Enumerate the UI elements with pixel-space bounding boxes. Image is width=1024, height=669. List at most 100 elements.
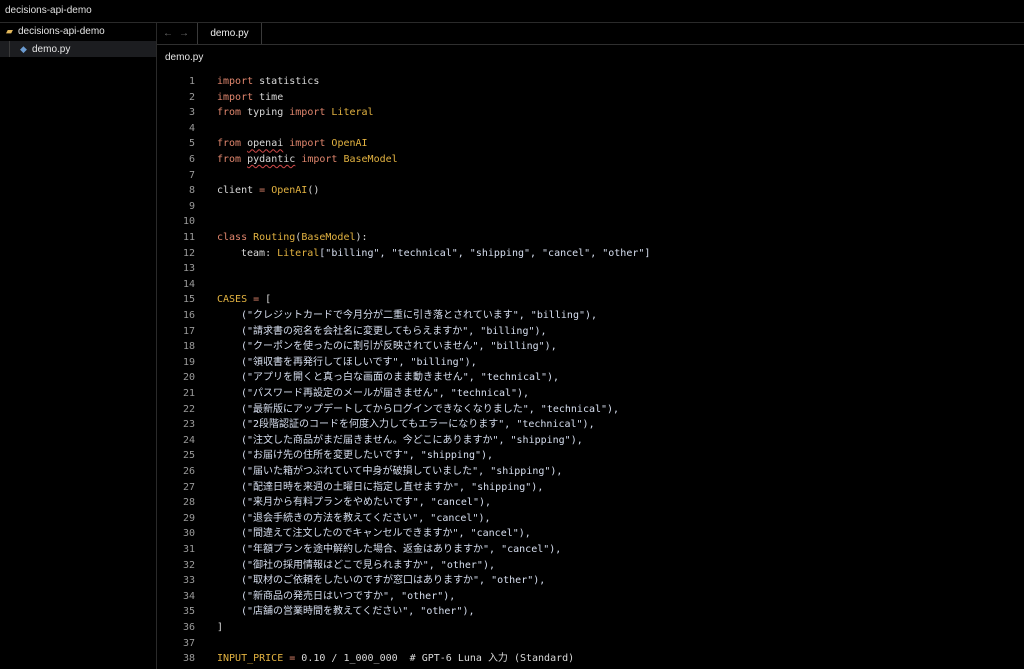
project-folder[interactable]: ▰ decisions-api-demo xyxy=(0,23,156,39)
code-line[interactable]: 33 ("取材のご依頼をしたいのですが窓口はありますか", "other"), xyxy=(157,573,1024,589)
code-line[interactable]: 18 ("クーポンを使ったのに割引が反映されていません", "billing"), xyxy=(157,339,1024,355)
tab-bar: ← → demo.py xyxy=(157,23,1024,45)
code-line[interactable]: 29 ("退会手続きの方法を教えてください", "cancel"), xyxy=(157,511,1024,527)
code-text: class Routing(BaseModel): xyxy=(217,230,368,246)
code-line[interactable]: 4 xyxy=(157,121,1024,137)
forward-arrow-icon[interactable]: → xyxy=(177,23,191,44)
code-token: client xyxy=(217,185,260,197)
code-text: ("取材のご依頼をしたいのですが窓口はありますか", "other"), xyxy=(241,573,545,589)
code-token: Routing xyxy=(247,232,296,243)
code-editor[interactable]: 1 import statistics 2 import time 3 from typi… xyxy=(157,74,1024,669)
code-text: ("パスワード再設定のメールが届きません", "technical"), xyxy=(241,386,529,402)
code-line[interactable]: 22 ("最新版にアップデートしてからログインできなくなりました", "techn… xyxy=(157,402,1024,418)
line-number: 37 xyxy=(182,637,195,649)
code-line[interactable]: 12 team: Literal["billing", "technical", … xyxy=(157,246,1024,262)
code-token: openai xyxy=(247,138,284,150)
code-text: from pydantic import BaseModel xyxy=(217,152,398,168)
code-line[interactable]: 32 ("御社の採用情報はどこで見られますか", "other"), xyxy=(157,558,1024,574)
code-line[interactable]: 16 ("クレジットカードで今月分が二重に引き落とされています", "billin… xyxy=(157,308,1024,324)
code-token: ("アプリを開くと真っ白な画面のまま動きません", "technical"), xyxy=(241,372,560,384)
line-number: 10 xyxy=(182,216,195,228)
code-line[interactable]: 1 import statistics xyxy=(157,74,1024,90)
file-item-demo-py[interactable]: ◆ demo.py xyxy=(0,41,156,57)
code-text: ("クレジットカードで今月分が二重に引き落とされています", "billing"… xyxy=(241,308,597,324)
code-line[interactable]: 26 ("届いた箱がつぶれていて中身が破損していました", "shipping")… xyxy=(157,464,1024,480)
code-token: OpenAI xyxy=(265,185,308,197)
code-line[interactable]: 14 xyxy=(157,277,1024,293)
code-line[interactable]: 13 xyxy=(157,261,1024,277)
code-line[interactable]: 35 ("店舗の営業時間を教えてください", "other"), xyxy=(157,604,1024,620)
code-line[interactable]: 21 ("パスワード再設定のメールが届きません", "technical"), xyxy=(157,386,1024,402)
code-token: ("お届け先の住所を変更したいです", "shipping"), xyxy=(241,450,494,462)
code-line[interactable]: 17 ("請求書の宛名を会社名に変更してもらえますか", "billing"), xyxy=(157,324,1024,340)
code-line[interactable]: 31 ("年額プランを途中解約した場合、返金はありますか", "cancel"), xyxy=(157,542,1024,558)
code-token: 0.10 / 1_000_000 # GPT-6 Luna 入力 (Standa… xyxy=(295,653,575,665)
code-text: INPUT_PRICE = 0.10 / 1_000_000 # GPT-6 L… xyxy=(217,651,574,667)
code-token: team: xyxy=(241,247,278,259)
code-line[interactable]: 3 from typing import Literal xyxy=(157,105,1024,121)
project-folder-label: decisions-api-demo xyxy=(18,26,105,37)
line-number: 27 xyxy=(182,481,195,493)
code-text: ("来月から有料プランをやめたいです", "cancel"), xyxy=(241,495,491,511)
code-token: = xyxy=(283,653,296,665)
code-line[interactable]: 7 xyxy=(157,168,1024,184)
line-number: 34 xyxy=(182,590,195,602)
code-line[interactable]: 15 CASES = [ xyxy=(157,292,1024,308)
code-token: typing xyxy=(241,107,290,119)
code-line[interactable]: 2 import time xyxy=(157,90,1024,106)
code-token: ): xyxy=(355,232,368,243)
code-line[interactable]: 27 ("配達日時を来週の土曜日に指定し直せますか", "shipping"), xyxy=(157,480,1024,496)
code-line[interactable]: 37 xyxy=(157,636,1024,652)
code-text: ("請求書の宛名を会社名に変更してもらえますか", "billing"), xyxy=(241,324,547,340)
code-token: statistics xyxy=(253,76,320,87)
code-line[interactable]: 8 client = OpenAI() xyxy=(157,183,1024,199)
code-line[interactable]: 24 ("注文した商品がまだ届きません。今どこにありますか", "shipping… xyxy=(157,433,1024,449)
tab-demo-py[interactable]: demo.py xyxy=(197,23,262,44)
code-line[interactable]: 36] xyxy=(157,620,1024,636)
line-number: 1 xyxy=(188,76,195,87)
code-text: ("注文した商品がまだ届きません。今どこにありますか", "shipping")… xyxy=(241,433,583,449)
code-token: time xyxy=(253,91,284,103)
line-number: 18 xyxy=(182,341,195,353)
code-token: import xyxy=(301,154,338,165)
code-text: from openai import OpenAI xyxy=(217,136,368,152)
line-number: 38 xyxy=(182,653,195,665)
line-number: 7 xyxy=(188,169,195,181)
line-number: 22 xyxy=(182,403,195,415)
code-text: ("クーポンを使ったのに割引が反映されていません", "billing"), xyxy=(241,339,557,355)
code-token: ("配達日時を来週の土曜日に指定し直せますか", "shipping"), xyxy=(241,481,544,493)
line-number: 3 xyxy=(188,107,195,119)
code-token: ["billing", "technical", "shipping", "ca… xyxy=(319,247,651,259)
code-line[interactable]: 34 ("新商品の発売日はいつですか", "other"), xyxy=(157,589,1024,605)
code-line[interactable]: 30 ("間違えて注文したのでキャンセルできますか", "cancel"), xyxy=(157,526,1024,542)
line-number: 25 xyxy=(182,450,195,462)
code-line[interactable]: 10 xyxy=(157,214,1024,230)
code-line[interactable]: 38 INPUT_PRICE = 0.10 / 1_000_000 # GPT-6… xyxy=(157,651,1024,667)
code-text: ("アプリを開くと真っ白な画面のまま動きません", "technical"), xyxy=(241,370,559,386)
code-text: from typing import Literal xyxy=(217,105,374,121)
code-line[interactable]: 5 from openai import OpenAI xyxy=(157,136,1024,152)
line-number: 33 xyxy=(182,575,195,587)
code-text: import time xyxy=(217,90,283,106)
code-token: pydantic xyxy=(247,154,296,165)
code-text: CASES = [ xyxy=(217,292,271,308)
line-number: 15 xyxy=(182,294,195,306)
code-text: ("新商品の発売日はいつですか", "other"), xyxy=(241,589,455,605)
code-line[interactable]: 6 from pydantic import BaseModel xyxy=(157,152,1024,168)
code-line[interactable]: 20 ("アプリを開くと真っ白な画面のまま動きません", "technical")… xyxy=(157,370,1024,386)
code-line[interactable]: 11 class Routing(BaseModel): xyxy=(157,230,1024,246)
code-line[interactable]: 25 ("お届け先の住所を変更したいです", "shipping"), xyxy=(157,448,1024,464)
code-text: ("退会手続きの方法を教えてください", "cancel"), xyxy=(241,511,491,527)
line-number: 21 xyxy=(182,388,195,399)
code-text: ("届いた箱がつぶれていて中身が破損していました", "shipping"), xyxy=(241,464,562,480)
code-token: ("取材のご依頼をしたいのですが窓口はありますか", "other"), xyxy=(241,575,546,587)
line-number: 28 xyxy=(182,497,195,509)
code-line[interactable]: 28 ("来月から有料プランをやめたいです", "cancel"), xyxy=(157,495,1024,511)
back-arrow-icon[interactable]: ← xyxy=(161,23,175,44)
breadcrumb[interactable]: demo.py xyxy=(165,52,203,63)
code-line[interactable]: 9 xyxy=(157,199,1024,215)
code-line[interactable]: 23 ("2段階認証のコードを何度入力してもエラーになります", "technic… xyxy=(157,417,1024,433)
code-line[interactable]: 19 ("領収書を再発行してほしいです", "billing"), xyxy=(157,355,1024,371)
code-text: import statistics xyxy=(217,74,319,90)
code-token: CASES xyxy=(217,294,248,306)
